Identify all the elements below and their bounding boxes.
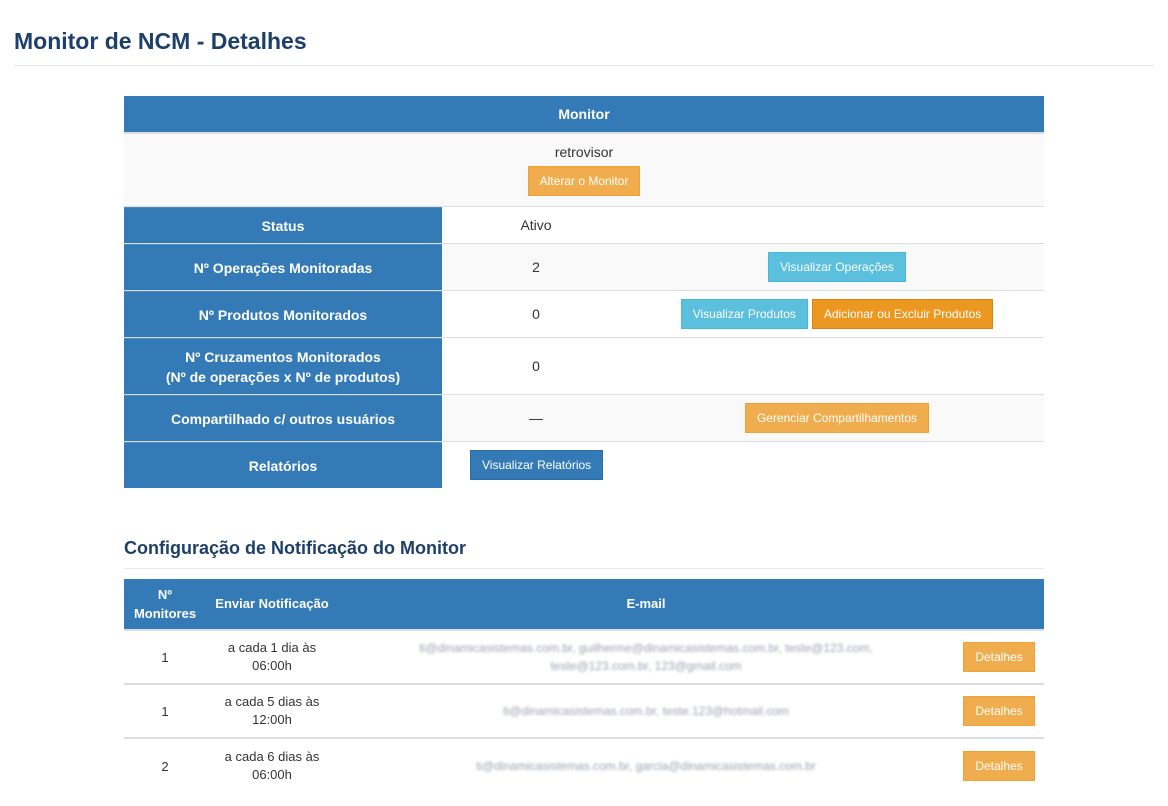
produtos-value: 0 [532,306,540,322]
monitor-details-table: Monitor retrovisor Alterar o Monitor Sta… [124,96,1044,488]
row-enviar-line2: 12:00h [252,712,292,727]
status-label: Status [124,207,442,243]
cruzamentos-row: Nº Cruzamentos Monitorados (Nº de operaç… [124,337,1044,394]
row-email: ti@dinamicasistemas.com.br, teste.123@ho… [338,685,954,737]
row-enviar: a cada 5 dias às 12:00h [206,685,338,737]
row-actions: Detalhes [954,631,1044,683]
operacoes-label: Nº Operações Monitoradas [124,244,442,290]
compartilhado-value: — [529,410,543,426]
row-actions: Detalhes [954,739,1044,793]
status-value: Ativo [520,217,552,233]
monitor-name: retrovisor [554,144,614,160]
row-enviar-line1: a cada 6 dias às [224,749,320,764]
row-email: ti@dinamicasistemas.com.br, garcia@dinam… [338,739,954,793]
row-email-text: ti@dinamicasistemas.com.br, teste.123@ho… [503,704,789,718]
cruzamentos-actions [630,338,1044,394]
row-monitores: 1 [161,703,169,719]
view-operations-button[interactable]: Visualizar Operações [768,252,906,282]
row-email: ti@dinamicasistemas.com.br, guilherme@di… [338,631,954,683]
col-enviar-header: Enviar Notificação [215,596,329,611]
col-monitores-header: Nº Monitores [124,579,206,629]
row-actions: Detalhes [954,685,1044,737]
view-reports-button[interactable]: Visualizar Relatórios [470,450,604,480]
monitor-name-row: retrovisor Alterar o Monitor [124,132,1044,206]
page-title: Monitor de NCM - Detalhes [14,28,307,54]
row-enviar-line1: a cada 5 dias às [224,694,320,709]
compartilhado-row: Compartilhado c/ outros usuários — Geren… [124,394,1044,441]
row-email-text: ti@dinamicasistemas.com.br, garcia@dinam… [476,759,816,773]
compartilhado-actions: Gerenciar Compartilhamentos [630,395,1044,441]
status-actions [630,207,1044,243]
col-monitores-line2: Monitores [133,606,197,621]
view-products-button[interactable]: Visualizar Produtos [680,299,808,329]
cruzamentos-label: Nº Cruzamentos Monitorados (Nº de operaç… [124,338,442,394]
section-divider [124,568,1044,569]
manage-sharing-button[interactable]: Gerenciar Compartilhamentos [744,403,930,433]
notification-table-header: Nº Monitores Enviar Notificação E-mail [124,579,1044,631]
operacoes-row: Nº Operações Monitoradas 2 Visualizar Op… [124,243,1044,290]
details-button[interactable]: Detalhes [963,696,1035,726]
col-email-header: E-mail [626,596,666,611]
produtos-actions: Visualizar Produtos Adicionar ou Excluir… [630,291,1044,337]
row-monitores: 1 [161,649,169,665]
table-row: 1 a cada 1 dia às 06:00h ti@dinamicasist… [124,631,1044,685]
relatorios-label: Relatórios [124,442,442,488]
add-remove-products-button[interactable]: Adicionar ou Excluir Produtos [811,299,994,329]
details-button[interactable]: Detalhes [963,642,1035,672]
produtos-row: Nº Produtos Monitorados 0 Visualizar Pro… [124,290,1044,337]
cruzamentos-label-line2: (Nº de operações x Nº de produtos) [165,368,401,385]
table-row: 1 a cada 5 dias às 12:00h ti@dinamicasis… [124,685,1044,739]
compartilhado-label: Compartilhado c/ outros usuários [124,395,442,441]
cruzamentos-label-line1: Nº Cruzamentos Monitorados [185,348,381,365]
title-divider [14,65,1154,66]
operacoes-actions: Visualizar Operações [630,244,1044,290]
relatorios-actions: Visualizar Relatórios [442,442,1044,488]
produtos-label: Nº Produtos Monitorados [124,291,442,337]
notification-section-title: Configuração de Notificação do Monitor [124,538,467,558]
monitor-header: Monitor [124,96,1044,132]
col-monitores-line1: Nº [157,587,173,602]
col-actions-header [954,579,1044,629]
row-email-text: ti@dinamicasistemas.com.br, guilherme@di… [419,641,873,673]
row-monitores: 2 [161,758,169,774]
details-button[interactable]: Detalhes [963,751,1035,781]
row-enviar: a cada 1 dia às 06:00h [206,631,338,683]
cruzamentos-value: 0 [532,358,540,374]
status-row: Status Ativo [124,206,1044,243]
relatorios-row: Relatórios Visualizar Relatórios [124,441,1044,488]
row-enviar-line2: 06:00h [252,658,292,673]
row-enviar-line1: a cada 1 dia às [227,640,317,655]
operacoes-value: 2 [532,259,540,275]
row-enviar-line2: 06:00h [252,767,292,782]
table-row: 2 a cada 6 dias às 06:00h ti@dinamicasis… [124,739,1044,793]
row-enviar: a cada 6 dias às 06:00h [206,739,338,793]
change-monitor-button[interactable]: Alterar o Monitor [527,166,641,196]
notification-table: Nº Monitores Enviar Notificação E-mail 1… [124,579,1044,793]
